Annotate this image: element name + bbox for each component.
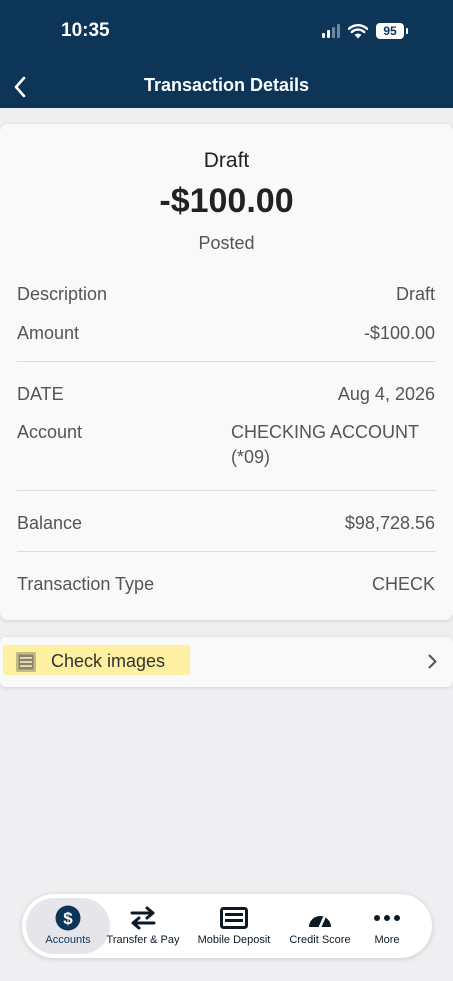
gauge-icon	[309, 916, 331, 929]
transaction-status: Posted	[198, 233, 255, 253]
transaction-amount: -$100.00	[159, 182, 294, 220]
top-bar: 10:35 95 Transaction Details	[0, 0, 453, 108]
tab-label: Accounts	[45, 934, 91, 946]
battery-level: 95	[383, 24, 397, 38]
transaction-type-label: Transaction Type	[17, 574, 155, 594]
description-label: Description	[17, 284, 108, 304]
page-title: Transaction Details	[143, 75, 310, 95]
balance-label: Balance	[17, 513, 83, 533]
transaction-name: Draft	[203, 149, 250, 172]
status-icons: 95	[322, 20, 408, 42]
check-document-icon	[16, 652, 36, 672]
tab-label: Credit Score	[289, 934, 351, 946]
check-images-row[interactable]: Check images	[0, 637, 453, 687]
check-images-label: Check images	[51, 651, 166, 671]
tab-label: More	[374, 934, 400, 946]
transfer-arrows-icon	[130, 906, 156, 930]
more-dots-icon	[374, 915, 400, 921]
tab-accounts[interactable]: $ Accounts	[26, 898, 110, 954]
dollar-circle-icon: $	[55, 905, 81, 931]
transaction-type-value: CHECK	[371, 574, 435, 594]
tab-credit-score[interactable]: Credit Score	[282, 898, 358, 954]
svg-text:$: $	[63, 909, 73, 928]
divider	[17, 490, 436, 491]
transaction-card: Draft -$100.00 Posted Description Draft …	[0, 124, 453, 620]
amount-value: -$100.00	[363, 323, 435, 343]
tab-label: Transfer & Pay	[106, 934, 180, 946]
bottom-tab-bar: $ Accounts Transfer & Pay Mobile Deposit	[22, 894, 432, 958]
chevron-right-icon	[428, 654, 437, 669]
tab-transfer-pay[interactable]: Transfer & Pay	[102, 898, 184, 954]
check-card-icon	[220, 907, 248, 929]
divider	[17, 361, 436, 362]
description-value: Draft	[395, 284, 435, 304]
battery-icon: 95	[376, 23, 408, 39]
date-value: Aug 4, 2026	[337, 384, 435, 404]
amount-label: Amount	[17, 323, 80, 343]
status-time: 10:35	[61, 20, 110, 41]
account-name: CHECKING ACCOUNT	[231, 422, 420, 442]
account-number: (*09)	[231, 447, 271, 467]
tab-mobile-deposit[interactable]: Mobile Deposit	[188, 898, 280, 954]
balance-value: $98,728.56	[344, 513, 435, 533]
account-value: CHECKING ACCOUNT (*09)	[231, 420, 419, 470]
wifi-icon	[348, 23, 368, 38]
divider	[17, 551, 436, 552]
tab-more[interactable]: More	[358, 898, 416, 954]
account-label: Account	[17, 422, 83, 442]
cellular-signal-icon	[322, 24, 340, 38]
date-label: DATE	[17, 384, 64, 404]
tab-label: Mobile Deposit	[197, 934, 271, 946]
